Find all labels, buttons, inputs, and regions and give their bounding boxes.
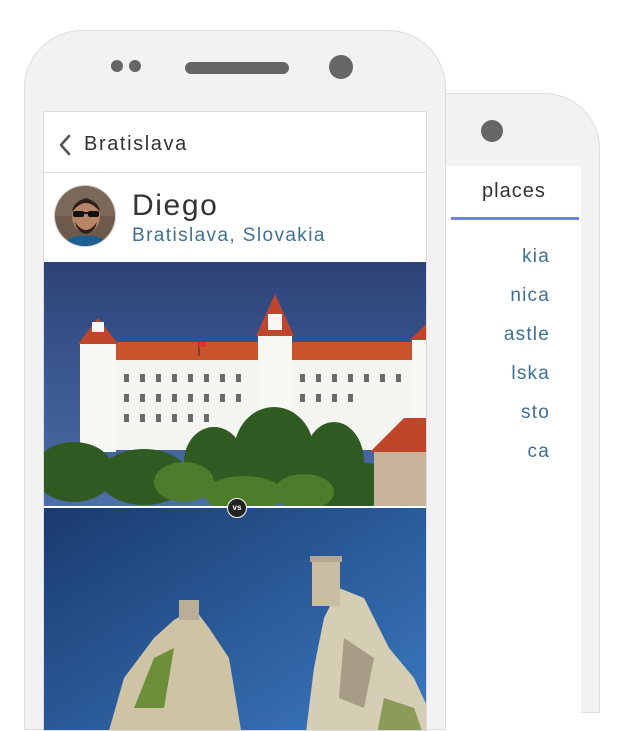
- camera-icon: [329, 55, 353, 79]
- place-item[interactable]: ca: [528, 441, 550, 463]
- page-title: Bratislava: [84, 133, 188, 155]
- avatar[interactable]: [54, 185, 116, 247]
- place-item[interactable]: astle: [504, 324, 550, 346]
- devin-castle-image: [44, 508, 426, 730]
- chevron-left-icon[interactable]: [58, 134, 72, 156]
- speaker-grille: [185, 62, 289, 74]
- place-item[interactable]: nica: [510, 285, 550, 307]
- tab-indicator: [451, 217, 579, 220]
- places-screen: places kia nica astle lska sto ca: [441, 166, 581, 726]
- vs-badge: vs: [227, 498, 247, 518]
- tab-places[interactable]: places: [482, 180, 546, 203]
- front-phone: Bratislava Diego Bratislava, Slovakia vs: [24, 30, 446, 731]
- camera-icon: [481, 120, 503, 142]
- place-item[interactable]: lska: [511, 363, 550, 385]
- avatar-image: [55, 186, 115, 246]
- bratislava-castle-image: [44, 262, 426, 507]
- user-name: Diego: [132, 189, 219, 222]
- user-location[interactable]: Bratislava, Slovakia: [132, 225, 326, 247]
- sensor-dot-icon: [111, 60, 123, 72]
- places-list: kia nica astle lska sto ca: [442, 236, 581, 496]
- castle-photo-2[interactable]: [44, 508, 426, 730]
- place-item[interactable]: sto: [521, 402, 550, 424]
- castle-photo-1[interactable]: [44, 262, 426, 507]
- place-item[interactable]: kia: [522, 246, 550, 268]
- sensor-dot-icon: [129, 60, 141, 72]
- top-bar: Bratislava: [44, 112, 426, 173]
- comparison-screen: Bratislava Diego Bratislava, Slovakia vs: [43, 111, 427, 731]
